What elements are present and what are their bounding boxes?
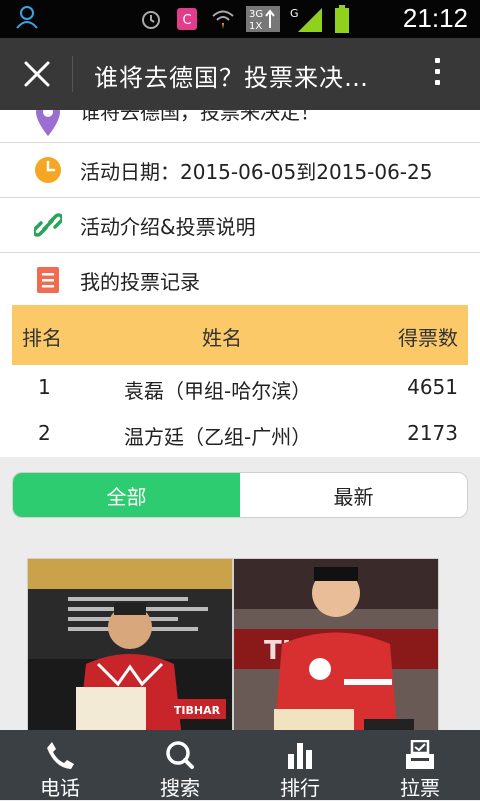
vote-count: 2173 xyxy=(407,421,458,445)
tab-label: 搜索 xyxy=(160,776,200,800)
chat-notification-icon xyxy=(14,4,40,30)
activity-intro-link[interactable]: 活动介绍&投票说明 xyxy=(80,211,256,240)
info-row-intro[interactable]: 活动介绍&投票说明 xyxy=(0,198,480,253)
title-divider xyxy=(72,56,73,92)
info-row-title: 谁将去德国，投票来决定！ xyxy=(0,110,480,143)
tab-label: 拉票 xyxy=(400,776,440,800)
title-bar: 谁将去德国？投票来决… xyxy=(0,38,480,110)
page-title: 谁将去德国？投票来决… xyxy=(94,64,369,92)
tab-label: 电话 xyxy=(40,776,80,800)
link-icon xyxy=(32,211,64,239)
tab-ranking[interactable]: 排行 xyxy=(240,730,360,800)
tibhar-logo-text: TIBHAR xyxy=(174,704,221,717)
candidate-name: 温方廷（乙组-广州） xyxy=(124,425,312,449)
my-vote-records-link[interactable]: 我的投票记录 xyxy=(80,266,200,295)
vote-count: 4651 xyxy=(407,375,458,399)
more-options-button[interactable] xyxy=(430,58,444,92)
wifi-icon xyxy=(210,6,236,32)
info-list: 谁将去德国，投票来决定！ 活动日期：2015-06-05到2015-06-25 … xyxy=(0,110,480,308)
network-type-icon: 3G 1X xyxy=(246,6,280,32)
ranking-section: 排名 姓名 得票数 1 袁磊（甲组-哈尔滨） 4651 2 温方廷（乙组-广州）… xyxy=(0,303,480,457)
svg-text:G: G xyxy=(290,7,299,20)
alarm-icon xyxy=(138,6,164,32)
name-column-header: 姓名 xyxy=(202,326,242,350)
ranking-row[interactable]: 2 温方廷（乙组-广州） 2173 xyxy=(12,411,468,457)
phone-icon xyxy=(43,740,77,770)
info-title-text: 谁将去德国，投票来决定！ xyxy=(80,110,320,124)
filter-segmented-control: 全部 最新 xyxy=(12,472,468,518)
rank-value: 1 xyxy=(38,375,51,399)
more-dot-icon xyxy=(434,80,440,85)
svg-text:1X: 1X xyxy=(249,21,262,32)
candidate-photo: TIBHAR xyxy=(234,559,438,730)
battery-icon xyxy=(334,5,350,33)
clock-icon xyxy=(34,156,62,184)
info-row-records[interactable]: 我的投票记录 xyxy=(0,253,480,308)
candidate-card[interactable]: TIBHAR xyxy=(233,558,439,730)
signal-icon: G xyxy=(290,6,324,32)
app-notification-icon: C xyxy=(174,6,200,32)
candidate-name: 袁磊（甲组-哈尔滨） xyxy=(124,379,312,403)
search-icon xyxy=(163,740,197,770)
tab-canvass[interactable]: 拉票 xyxy=(360,730,480,800)
tab-search[interactable]: 搜索 xyxy=(120,730,240,800)
ranking-header: 排名 姓名 得票数 xyxy=(12,305,468,365)
candidate-photo: TIBHAR xyxy=(28,559,232,730)
svg-text:C: C xyxy=(182,13,191,28)
clock-time: 21:12 xyxy=(402,3,468,33)
tab-phone[interactable]: 电话 xyxy=(0,730,120,800)
more-dot-icon xyxy=(434,69,440,74)
bar-chart-icon xyxy=(283,740,317,770)
status-bar: C 3G 1X G 21:12 xyxy=(0,0,480,38)
close-button[interactable] xyxy=(18,55,56,93)
candidate-cards: TIBHAR TIBHAR xyxy=(0,558,480,730)
tab-label: 排行 xyxy=(280,776,320,800)
svg-text:3G: 3G xyxy=(249,9,263,20)
location-pin-icon xyxy=(34,110,62,136)
candidate-card[interactable]: TIBHAR xyxy=(27,558,233,730)
vote-box-icon xyxy=(403,739,437,770)
ranking-row[interactable]: 1 袁磊（甲组-哈尔滨） 4651 xyxy=(12,365,468,411)
rank-value: 2 xyxy=(38,421,51,445)
votes-column-header: 得票数 xyxy=(398,326,458,350)
info-row-date: 活动日期：2015-06-05到2015-06-25 xyxy=(0,143,480,198)
tab-latest[interactable]: 最新 xyxy=(240,473,467,517)
tab-all[interactable]: 全部 xyxy=(13,473,240,517)
list-icon xyxy=(34,266,62,294)
close-icon xyxy=(24,61,50,87)
activity-date-text: 活动日期：2015-06-05到2015-06-25 xyxy=(80,159,433,184)
rank-column-header: 排名 xyxy=(22,326,62,350)
bottom-tab-bar: 电话 搜索 排行 拉票 xyxy=(0,730,480,800)
more-dot-icon xyxy=(434,58,440,63)
